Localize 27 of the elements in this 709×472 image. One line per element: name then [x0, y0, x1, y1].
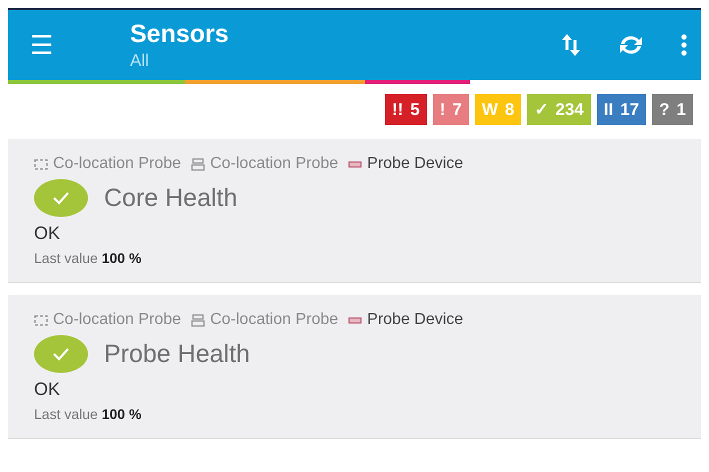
app-subtitle: All [130, 50, 150, 70]
status-badge[interactable]: ? 1 [652, 94, 693, 125]
status-text: OK [34, 223, 62, 244]
device-icon [191, 158, 206, 170]
breadcrumb-label: Co-location Probe [53, 311, 182, 329]
sort-icon[interactable] [561, 32, 581, 58]
breadcrumb-label: Co-location Probe [53, 155, 182, 173]
breadcrumb-label: Probe Device [367, 155, 464, 173]
breadcrumb-label: Co-location Probe [210, 155, 338, 173]
status-text: OK [34, 379, 62, 400]
last-value-text: Last value 100 % [34, 250, 142, 266]
status-badge[interactable]: !! 5 [384, 94, 427, 125]
sensor-name: Core Health [104, 184, 238, 212]
sensor-card[interactable]: Co-location Probe Co-location Probe Probe Device Core Health OK Last value 100 % [8, 139, 701, 283]
sensor-card[interactable]: Co-location Probe Co-location Probe Probe Device Probe Health OK Last value 100 % [8, 295, 701, 439]
device-icon [191, 314, 206, 326]
more-icon[interactable] [681, 34, 687, 56]
sensor-name: Probe Health [104, 340, 250, 368]
group-icon [34, 158, 48, 170]
app-title: Sensors [130, 20, 230, 48]
group-icon [34, 314, 48, 326]
menu-icon[interactable]: ☰ [30, 32, 130, 58]
breadcrumb-label: Probe Device [367, 311, 464, 329]
status-badge[interactable]: ! 7 [432, 94, 469, 125]
status-badge[interactable]: II 17 [596, 94, 646, 125]
breadcrumb-label: Co-location Probe [210, 311, 338, 329]
last-value-text: Last value 100 % [34, 406, 142, 422]
